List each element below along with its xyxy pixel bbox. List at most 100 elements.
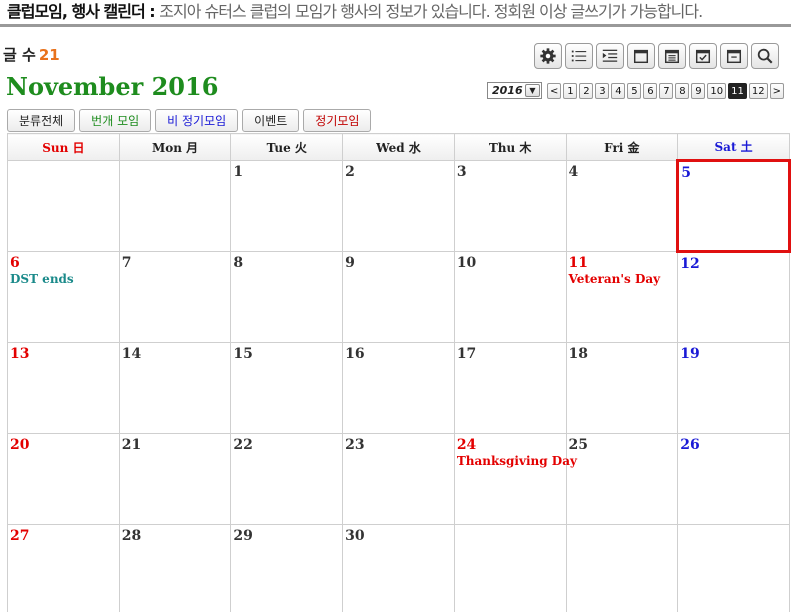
weekday-header: Mon 月: [118, 133, 232, 161]
weekday-header: Sun 日: [7, 133, 120, 161]
calendar-day-cell[interactable]: 28: [118, 524, 232, 612]
month-button-5[interactable]: 5: [627, 83, 642, 99]
day-number: 4: [568, 164, 579, 180]
calendar-day-cell[interactable]: 17: [453, 342, 567, 434]
month-button-10[interactable]: 10: [707, 83, 727, 99]
calendar-body: 1 2 3 4 5 6 DST ends 7 8 9 10 11 Veteran's Day 12 13 14…: [7, 159, 791, 612]
day-number: 1: [233, 164, 244, 180]
calendar-day-cell[interactable]: 15: [230, 342, 344, 434]
calendar-day-cell[interactable]: 4: [565, 160, 679, 252]
calendar-day-cell[interactable]: 24 Thanksgiving Day: [453, 433, 577, 525]
calendar-day-cell[interactable]: 29: [230, 524, 344, 612]
weekday-header: Sat 土: [677, 133, 790, 161]
year-select[interactable]: 2016 ▼: [487, 82, 542, 99]
day-number: 17: [456, 346, 477, 362]
category-button[interactable]: 분류전체: [7, 109, 76, 132]
day-number: 10: [456, 255, 477, 271]
calendar-day-cell[interactable]: 11 Veteran's Day: [565, 251, 679, 343]
calendar-day-cell[interactable]: 23: [342, 433, 455, 525]
calendar-week-row: 6 DST ends 7 8 9 10 11 Veteran's Day 12: [7, 251, 790, 343]
day-number: 27: [10, 528, 30, 544]
month-title: November 2016: [6, 72, 219, 101]
day-number: 23: [345, 437, 365, 453]
calendar-day-cell[interactable]: 7: [118, 251, 232, 343]
category-button[interactable]: 이벤트: [242, 109, 300, 132]
calendar-day-cell[interactable]: 21: [118, 433, 232, 525]
month-button-1[interactable]: 1: [563, 83, 578, 99]
calendar-day-cell[interactable]: 22: [230, 433, 344, 525]
month-button-2[interactable]: 2: [579, 83, 594, 99]
category-bar: 분류전체 번개 모임 비 정기모임 이벤트 정기모임: [7, 109, 372, 132]
next-month-button[interactable]: >: [769, 83, 784, 99]
calendar-day-cell[interactable]: 9: [342, 251, 455, 343]
webzine-view-button[interactable]: [596, 43, 624, 69]
month-button-4[interactable]: 4: [611, 83, 626, 99]
page-banner: 클럽모임, 행사 캘린더 : 조지아 슈터스 클럽의 모임가 행사의 정보가 있…: [0, 0, 791, 27]
calendar-event[interactable]: DST ends: [10, 272, 117, 287]
calendar-check-icon: [695, 49, 711, 64]
banner-title: 클럽모임, 행사 캘린더 :: [7, 2, 160, 21]
calendar-month-icon: [633, 49, 649, 64]
calendar-event[interactable]: Veteran's Day: [569, 272, 676, 287]
calendar-day-button[interactable]: [720, 43, 748, 69]
search-button[interactable]: [751, 43, 779, 69]
day-number: 12: [680, 256, 700, 272]
month-button-9[interactable]: 9: [691, 83, 706, 99]
calendar-check-button[interactable]: [689, 43, 717, 69]
calendar-week-row: 27 28 29 30: [7, 524, 790, 612]
calendar-day-cell[interactable]: 18: [565, 342, 679, 434]
calendar-event[interactable]: Thanksgiving Day: [457, 454, 577, 469]
category-button[interactable]: 비 정기모임: [155, 109, 239, 132]
day-number: 8: [233, 255, 244, 271]
calendar-day-cell[interactable]: 8: [230, 251, 344, 343]
weekday-header: Fri 金: [565, 133, 679, 161]
day-number: 28: [121, 528, 142, 544]
day-number: 7: [121, 255, 132, 271]
calendar-day-icon: [726, 49, 742, 64]
month-button-12[interactable]: 12: [748, 83, 768, 99]
calendar-day-cell-today[interactable]: 5: [676, 159, 791, 253]
calendar-day-cell[interactable]: 12: [677, 251, 790, 343]
calendar-day-cell[interactable]: 16: [342, 342, 455, 434]
day-number: 20: [10, 437, 30, 453]
calendar-day-cell[interactable]: 6 DST ends: [7, 251, 120, 343]
prev-month-button[interactable]: <: [547, 83, 562, 99]
calendar-day-cell[interactable]: 26: [677, 433, 790, 525]
calendar-day-cell[interactable]: 10: [453, 251, 567, 343]
month-button-7[interactable]: 7: [659, 83, 674, 99]
calendar-day-cell[interactable]: 19: [677, 342, 790, 434]
post-count-value: 21: [38, 46, 60, 64]
day-number: 2: [345, 164, 355, 180]
day-number: 14: [121, 346, 142, 362]
calendar-day-cell[interactable]: 13: [7, 342, 120, 434]
month-button-8[interactable]: 8: [675, 83, 690, 99]
settings-button[interactable]: [534, 43, 562, 69]
list-view-button[interactable]: [565, 43, 593, 69]
calendar-list-icon: [664, 49, 680, 64]
calendar-month-button[interactable]: [627, 43, 655, 69]
day-number: 11: [568, 255, 588, 271]
calendar-day-cell[interactable]: 27: [7, 524, 120, 612]
day-number: 3: [456, 164, 467, 180]
calendar-day-cell[interactable]: 30: [342, 524, 455, 612]
day-number: 24: [456, 437, 477, 453]
calendar-day-cell: [453, 524, 567, 612]
calendar-day-cell[interactable]: 25: [565, 433, 679, 525]
calendar-day-cell[interactable]: 3: [453, 160, 567, 252]
category-button[interactable]: 번개 모임: [79, 109, 152, 132]
month-button-6[interactable]: 6: [643, 83, 658, 99]
calendar-day-cell[interactable]: 14: [118, 342, 232, 434]
category-button[interactable]: 정기모임: [303, 109, 372, 132]
day-number: 19: [680, 346, 700, 362]
calendar-week-row: 13 14 15 16 17 18 19: [7, 342, 790, 434]
calendar-day-cell[interactable]: 20: [7, 433, 120, 525]
calendar-day-cell[interactable]: 2: [342, 160, 455, 252]
calendar-list-button[interactable]: [658, 43, 686, 69]
day-number: 9: [345, 255, 355, 271]
calendar-grid: Sun 日 Mon 月 Tue 火 Wed 水 Thu 木 Fri 金 Sat 土 1234…: [7, 133, 791, 612]
month-button-3[interactable]: 3: [595, 83, 610, 99]
day-number: 21: [121, 437, 142, 453]
calendar-week-row: 20 21 22 23 24 Thanksgiving Day 25 26: [7, 433, 790, 525]
calendar-day-cell[interactable]: 1: [230, 160, 344, 252]
month-button-11[interactable]: 11: [728, 83, 747, 99]
